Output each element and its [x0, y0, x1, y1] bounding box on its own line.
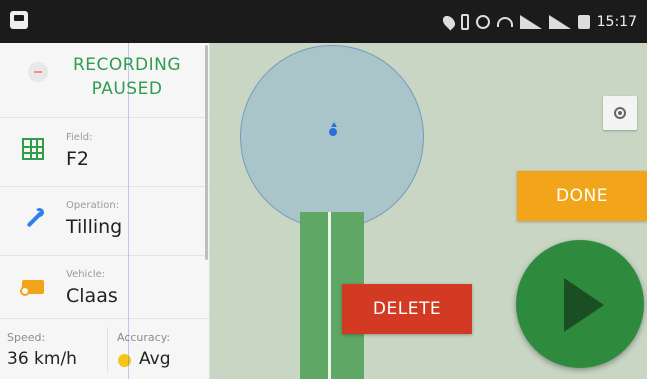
accuracy-label: Accuracy:	[117, 331, 171, 344]
operation-value: Tilling	[66, 216, 123, 238]
wrench-icon	[22, 208, 44, 230]
speed-value: 36 km/h	[7, 349, 77, 369]
status-bar: 15:17	[0, 0, 647, 43]
divider	[107, 327, 108, 373]
my-location-button[interactable]	[603, 96, 637, 130]
delete-button[interactable]: DELETE	[342, 284, 472, 334]
accuracy-value: Avg	[139, 349, 171, 369]
info-panel: RECORDING PAUSED Field: F2 Operation: Ti…	[0, 43, 210, 379]
location-icon	[440, 13, 458, 30]
field-label: Field:	[66, 132, 93, 143]
play-icon	[564, 278, 604, 332]
map-view[interactable]: DONE DELETE	[210, 43, 647, 379]
battery-saver-icon	[460, 13, 469, 30]
sync-icon	[475, 14, 490, 29]
field-row[interactable]: Field: F2	[0, 118, 210, 187]
clock: 15:17	[596, 13, 637, 30]
record-icon	[28, 62, 48, 82]
status-icons: 15:17	[440, 0, 637, 43]
play-button[interactable]	[516, 240, 644, 368]
scrollbar[interactable]	[205, 45, 208, 260]
crosshair-icon	[611, 104, 629, 122]
tractor-icon	[20, 280, 44, 296]
guidance-line	[128, 43, 129, 379]
vehicle-row[interactable]: Vehicle: Claas	[0, 256, 210, 319]
wifi-icon	[496, 16, 513, 27]
operation-label: Operation:	[66, 200, 120, 211]
accuracy-indicator-icon	[118, 354, 131, 367]
recording-status[interactable]: RECORDING PAUSED	[0, 43, 210, 118]
sd-card-icon	[577, 14, 590, 29]
app-notification-icon	[10, 11, 28, 29]
operation-row[interactable]: Operation: Tilling	[0, 187, 210, 256]
signal-icon	[519, 14, 542, 29]
vehicle-value: Claas	[66, 285, 118, 307]
location-marker-icon	[328, 122, 338, 140]
done-button[interactable]: DONE	[517, 171, 647, 221]
recording-status-label: RECORDING PAUSED	[72, 55, 182, 99]
signal-icon	[548, 14, 571, 29]
grid-icon	[22, 138, 44, 160]
speed-label: Speed:	[7, 331, 46, 344]
vehicle-label: Vehicle:	[66, 269, 106, 280]
stats-row: Speed: 36 km/h Accuracy: Avg	[0, 319, 210, 379]
field-value: F2	[66, 148, 90, 170]
track-centerline	[328, 212, 331, 379]
